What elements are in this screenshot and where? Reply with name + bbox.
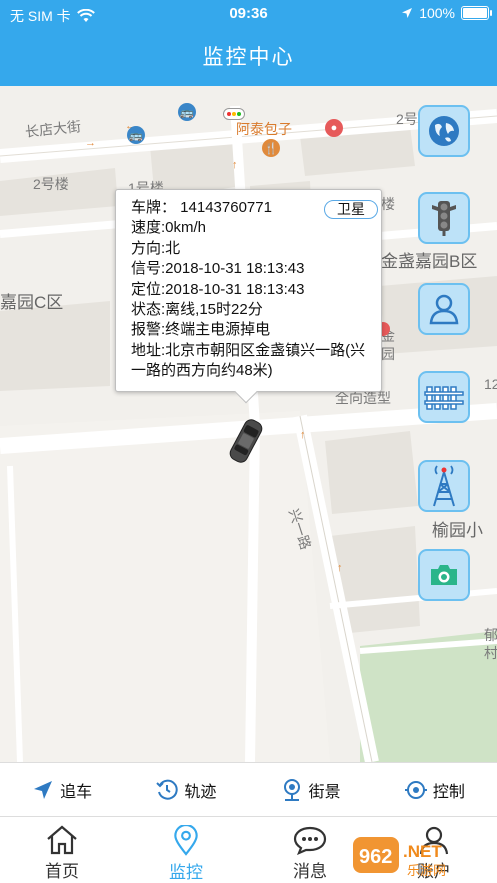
vehicle-info-popup[interactable]: 车牌： 14143760771 速度:0km/h 方向:北 信号:2018-10… [115,189,382,404]
svg-text:962: 962 [359,846,392,868]
chat-bubble-icon [293,826,327,855]
label-jiayuan-c: 嘉园C区 [0,293,64,312]
restaurant-icon[interactable]: 🍴 [262,139,280,157]
position-time-text: 定位:2018-10-31 18:13:43 [131,280,305,298]
label-yuyuan: 榆园小 [432,521,483,540]
camera-button[interactable] [418,549,470,601]
street-person-icon [429,294,459,325]
page-title: 监控中心 [202,46,295,69]
car-icon[interactable] [226,416,266,466]
tab-messages-label: 消息 [293,862,327,881]
status-bar: 无 SIM 卡 09:36 100% [0,0,497,28]
label-lou: 楼 [381,196,395,212]
site-watermark-logo: 962 .NET 乐游网 [353,837,446,879]
satellite-button[interactable]: 卫星 [324,200,378,219]
state-text: 状态:离线,15时22分 [131,301,263,319]
track-history-label: 轨迹 [184,783,217,801]
tab-monitor-label: 监控 [169,863,203,882]
app-header: 无 SIM 卡 09:36 100% 监控中心 [0,0,497,86]
chase-car-label: 追车 [60,783,93,801]
map-view[interactable]: ← → ↑ ↑ ↑ 长店大街 2号楼 1号楼 2号 阿泰包子 金盏嘉园B区 嘉园… [0,86,497,762]
navigation-arrow-icon [34,780,53,799]
label-yucun: 郁 村 [484,627,497,661]
control-label: 控制 [432,783,465,801]
svg-text:↑: ↑ [300,429,306,441]
traffic-button[interactable] [418,192,470,244]
tab-monitor[interactable]: 监控 [124,817,248,883]
battery-icon [461,6,492,20]
signal-tower-icon [433,465,455,507]
bus-stop-icon[interactable]: 🚌 [178,103,196,121]
track-history-button[interactable]: 轨迹 [124,763,248,816]
signal-tower-button[interactable] [418,460,470,512]
svg-text:↑: ↑ [337,562,343,574]
history-clock-icon [156,779,178,800]
battery-percent: 100% [419,5,455,21]
svg-text:乐游网: 乐游网 [407,864,446,879]
home-icon [47,825,77,855]
chase-car-button[interactable]: 追车 [0,763,124,816]
globe-icon [429,116,459,146]
tab-home-label: 首页 [45,862,79,881]
control-button[interactable]: 控制 [373,763,497,816]
street-view-label: 街景 [308,783,341,801]
address-text: 地址:北京市朝阳区金盏镇兴一路(兴一路的西方向约48米) [131,341,366,380]
location-arrow-icon [402,8,413,18]
control-target-icon [404,780,427,799]
svg-text:↑: ↑ [232,159,238,171]
tab-home[interactable]: 首页 [0,817,124,883]
status-right: 100% [401,5,492,21]
traffic-signal-icon [223,108,245,120]
direction-text: 方向:北 [131,239,181,257]
camera-icon [431,565,457,585]
fence-button[interactable] [418,371,470,423]
label-atai: 阿泰包子 [236,121,292,137]
signal-time-text: 信号:2018-10-31 18:13:43 [131,260,305,278]
action-bar: 追车 轨迹 街景 控制 [0,762,497,816]
street-view-icon [283,778,300,801]
label-num12: 12 [484,376,497,392]
svg-text:.NET: .NET [403,842,442,861]
label-bld2-right: 2号 [396,111,418,127]
traffic-light-icon [432,201,456,236]
street-person-button[interactable] [418,283,470,335]
fence-icon [424,386,464,410]
alarm-text: 报警:终端主电源掉电 [131,321,271,339]
bus-stop-icon[interactable]: 🚌 [127,126,145,144]
speed-text: 速度:0km/h [131,219,207,237]
location-pin-icon [174,825,198,856]
globe-layer-button[interactable] [418,105,470,157]
poi-marker-icon[interactable]: ● [325,119,343,137]
label-bld2-left: 2号楼 [33,176,69,192]
label-yuan: 园 [381,346,395,362]
svg-text:→: → [85,137,96,149]
label-jinzhan-b: 金盏嘉园B区 [381,252,478,271]
street-view-button[interactable]: 街景 [249,763,373,816]
